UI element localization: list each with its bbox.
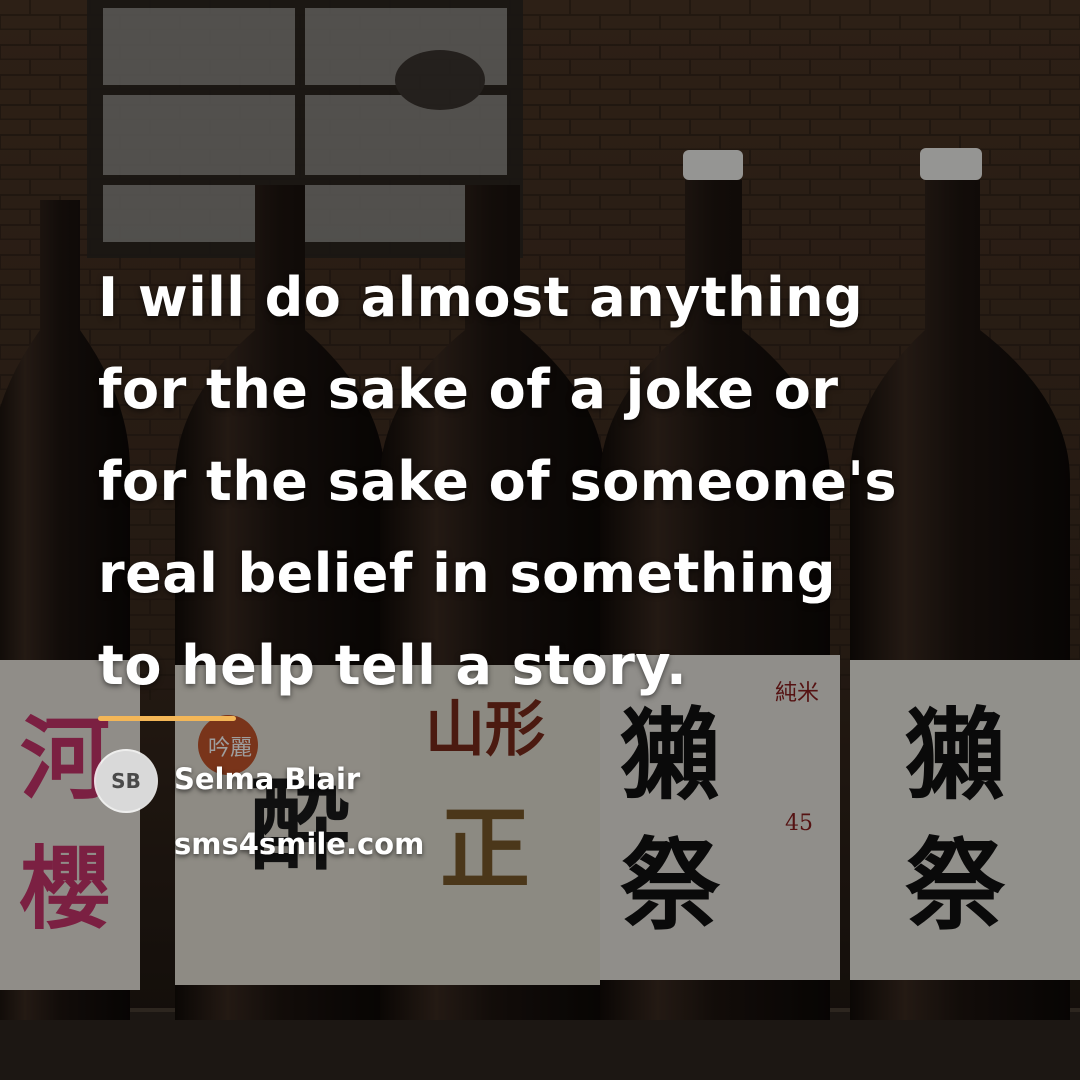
author-avatar: SB: [96, 751, 156, 811]
quote-text: I will do almost anything for the sake o…: [98, 252, 1038, 712]
quote-line: for the sake of a joke or: [98, 358, 839, 421]
quote-line: real belief in something: [98, 542, 836, 605]
quote-line: for the sake of someone's: [98, 450, 898, 513]
quote-line: to help tell a story.: [98, 634, 688, 697]
quote-line: I will do almost anything: [98, 266, 864, 329]
accent-divider: [98, 716, 236, 721]
site-url: sms4smile.com: [174, 827, 425, 861]
author-name: Selma Blair: [174, 762, 361, 796]
